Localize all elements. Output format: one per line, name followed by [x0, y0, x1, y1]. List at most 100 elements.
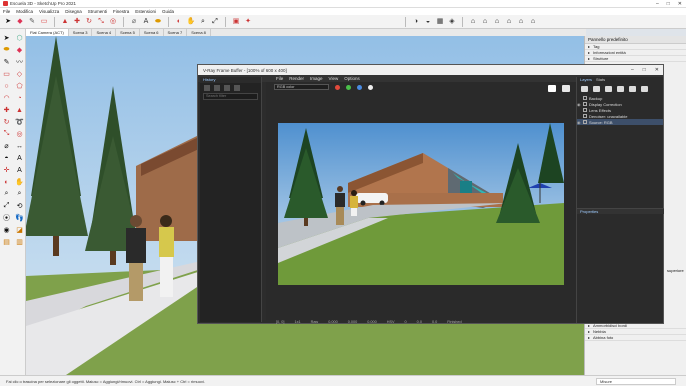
scene-tab[interactable]: Scena 3 [69, 29, 93, 36]
section-plane-tool-icon[interactable]: ◪ [13, 224, 26, 236]
zoom-tool-icon[interactable]: ⌕ [0, 188, 13, 200]
scene-tab[interactable]: Scena 7 [164, 29, 188, 36]
pushpull-tool-icon[interactable]: ▲ [13, 104, 26, 116]
layer-undo-icon[interactable] [641, 86, 648, 92]
pan-tool-icon[interactable]: ✋ [13, 176, 26, 188]
measurements-box[interactable]: Misure [596, 378, 676, 385]
channel-select[interactable]: RGB color [274, 84, 329, 90]
previous-view-tool-icon[interactable]: ⟲ [13, 200, 26, 212]
paint-icon[interactable]: ⬬ [153, 17, 163, 27]
rotate-tool-icon[interactable]: ↻ [0, 116, 13, 128]
menu-draw[interactable]: Disegna [65, 9, 82, 14]
rectangle-tool-icon[interactable]: ▭ [0, 68, 13, 80]
zoom-icon[interactable]: ⌕ [198, 17, 208, 27]
menu-window[interactable]: Finestra [113, 9, 129, 14]
tape-icon[interactable]: ⌀ [129, 17, 139, 27]
scene-tab[interactable]: Scena 6 [140, 29, 164, 36]
layer-preset-icon[interactable] [617, 86, 624, 92]
menu-help[interactable]: Guida [162, 9, 174, 14]
select-icon[interactable]: ➤ [3, 17, 13, 27]
3dtext-tool-icon[interactable]: A [13, 164, 26, 176]
maximize-icon[interactable]: □ [667, 1, 670, 7]
close-icon[interactable]: ✕ [678, 1, 682, 7]
paint-tool-icon[interactable]: ⬬ [0, 44, 13, 56]
tab-layers[interactable]: Layers [580, 77, 592, 83]
vfb-close-icon[interactable]: ✕ [655, 67, 659, 73]
vfb-menu-file[interactable]: File [276, 76, 283, 81]
position-camera-tool-icon[interactable]: ⦿ [0, 212, 13, 224]
polygon-tool-icon[interactable]: ⬠ [13, 80, 26, 92]
blue-channel-icon[interactable] [357, 84, 362, 90]
protractor-tool-icon[interactable]: ◓ [0, 152, 13, 164]
menu-extensions[interactable]: Estensioni [135, 9, 156, 14]
zoom-extents-tool-icon[interactable]: ⤢ [0, 200, 13, 212]
shape-icon[interactable]: ▭ [39, 17, 49, 27]
vray-frame-buffer-icon[interactable]: ▦ [435, 17, 445, 27]
layer-row[interactable]: ◉ Source: RGB [577, 119, 663, 125]
menu-edit[interactable]: Modifica [16, 9, 33, 14]
save-all-icon[interactable] [562, 85, 570, 92]
scene-tab[interactable]: Flat Camera (ACT) [26, 29, 69, 36]
view-top-icon[interactable]: ⌂ [480, 17, 490, 27]
walk-tool-icon[interactable]: 👣 [13, 212, 26, 224]
scale-icon[interactable]: ⤡ [96, 17, 106, 27]
vray-asset-editor-icon[interactable]: ◈ [447, 17, 457, 27]
dimension-tool-icon[interactable]: ↔ [13, 140, 26, 152]
green-channel-icon[interactable] [346, 84, 351, 90]
freehand-tool-icon[interactable]: 〰 [13, 56, 26, 68]
vfb-maximize-icon[interactable]: □ [643, 67, 646, 73]
eraser-tool-icon[interactable]: ◆ [13, 44, 26, 56]
view-right-icon[interactable]: ⌂ [504, 17, 514, 27]
view-iso-icon[interactable]: ⌂ [468, 17, 478, 27]
layer-add-icon[interactable] [581, 86, 588, 92]
orbit-tool-icon[interactable]: ◐ [0, 176, 13, 188]
tray-item[interactable]: ▸ Abbina foto [585, 335, 686, 341]
line-tool-icon[interactable]: ✎ [0, 56, 13, 68]
history-load-icon[interactable] [214, 85, 220, 91]
menu-view[interactable]: Visualizza [39, 9, 59, 14]
move-icon[interactable]: ✚ [72, 17, 82, 27]
zoom-extents-icon[interactable]: ⤢ [210, 17, 220, 27]
vfb-menu-options[interactable]: Options [344, 76, 360, 81]
text-icon[interactable]: A [141, 17, 151, 27]
tab-stats[interactable]: Stats [596, 77, 605, 83]
history-save-icon[interactable] [204, 85, 210, 91]
section-cuts-tool-icon[interactable]: ▥ [13, 236, 26, 248]
arc-tool-icon[interactable]: ◠ [0, 92, 13, 104]
followme-tool-icon[interactable]: ➰ [13, 116, 26, 128]
vray-render-icon[interactable]: ◑ [411, 17, 421, 27]
text-tool-icon[interactable]: A [13, 152, 26, 164]
vray-interactive-icon[interactable]: ◒ [423, 17, 433, 27]
component-tool-icon[interactable]: ⬡ [13, 32, 26, 44]
axes-tool-icon[interactable]: ✛ [0, 164, 13, 176]
scale-tool-icon[interactable]: ⤡ [0, 128, 13, 140]
vfb-minimize-icon[interactable]: – [631, 67, 634, 73]
vfb-menu-render[interactable]: Render [289, 76, 304, 81]
alpha-channel-icon[interactable] [368, 84, 373, 90]
pan-icon[interactable]: ✋ [186, 17, 196, 27]
offset-tool-icon[interactable]: ◎ [13, 128, 26, 140]
menu-tools[interactable]: Strumenti [88, 9, 107, 14]
warehouse-icon[interactable]: ▣ [231, 17, 241, 27]
history-compare-icon[interactable] [224, 85, 230, 91]
pushpull-icon[interactable]: ▲ [60, 17, 70, 27]
history-delete-icon[interactable] [234, 85, 240, 91]
history-search-input[interactable]: Search filter [203, 93, 258, 100]
vfb-menu-view[interactable]: View [329, 76, 339, 81]
view-left-icon[interactable]: ⌂ [528, 17, 538, 27]
select-tool-icon[interactable]: ➤ [0, 32, 13, 44]
rotate-icon[interactable]: ↻ [84, 17, 94, 27]
scene-tab[interactable]: Scena 5 [116, 29, 140, 36]
minimize-icon[interactable]: – [656, 1, 659, 7]
pie-tool-icon[interactable]: ◔ [13, 92, 26, 104]
vfb-menu-image[interactable]: Image [310, 76, 323, 81]
zoom-window-tool-icon[interactable]: ⌕ [13, 188, 26, 200]
scene-tab[interactable]: Scena 8 [187, 29, 211, 36]
eraser-icon[interactable]: ◆ [15, 17, 25, 27]
scene-tab[interactable]: Scena 4 [92, 29, 117, 36]
layer-save-icon[interactable] [593, 86, 600, 92]
orbit-icon[interactable]: ◐ [174, 17, 184, 27]
view-front-icon[interactable]: ⌂ [492, 17, 502, 27]
save-image-icon[interactable] [548, 85, 556, 92]
tape-tool-icon[interactable]: ⌀ [0, 140, 13, 152]
